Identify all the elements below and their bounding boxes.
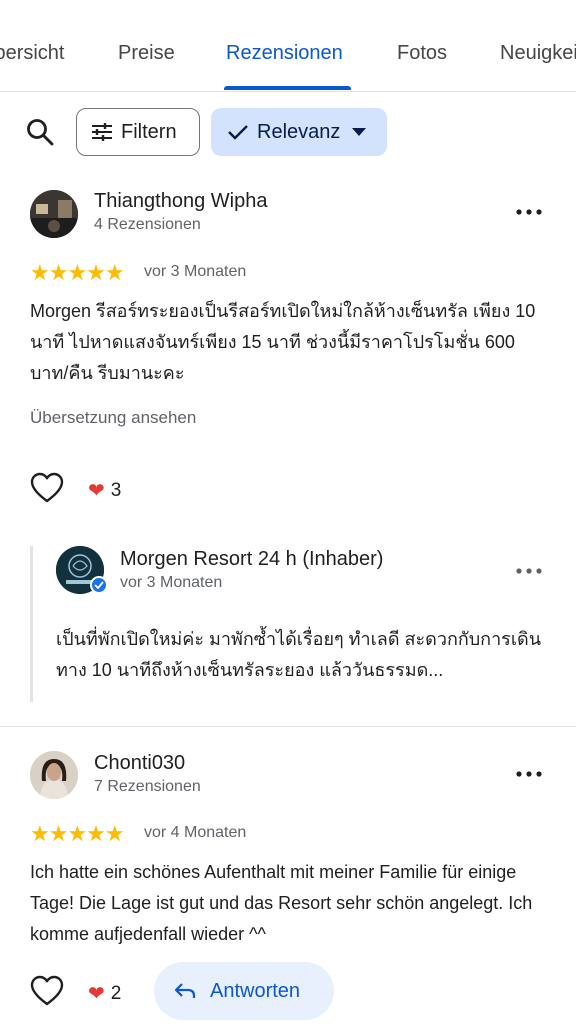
search-icon[interactable] [24,116,56,148]
reviewer-name[interactable]: Chonti030 [94,752,185,775]
tab-prices[interactable]: Preise [118,42,175,65]
reaction-summary[interactable]: ❤ 2 [88,981,121,1006]
reviewer-review-count: 4 Rezensionen [94,216,201,233]
sort-relevance-chip[interactable]: Relevanz [211,108,387,156]
review-text: Morgen รีสอร์ทระยองเป็นรีสอร์ทเปิดใหม่ใก… [30,301,536,383]
star-rating: ★★★★★ [30,260,125,285]
heart-outline-icon[interactable] [30,975,64,1009]
owner-more-options-icon[interactable] [515,557,543,585]
active-tab-indicator [224,86,351,90]
verified-check-icon [90,576,108,594]
tab-photos[interactable]: Fotos [397,42,447,65]
heart-emoji-icon: ❤ [88,480,105,502]
review-date: vor 3 Monaten [144,263,247,280]
tab-bar: Übersicht Preise Rezensionen Fotos Neuig… [0,0,576,92]
tune-icon [91,122,113,142]
filter-label: Filtern [121,120,177,143]
see-translation-link[interactable]: Übersetzung ansehen [30,408,196,428]
review-divider [0,726,576,727]
star-rating: ★★★★★ [30,821,125,846]
owner-name[interactable]: Morgen Resort 24 h (Inhaber) [120,548,383,571]
tab-reviews[interactable]: Rezensionen [226,42,343,65]
review-text: Ich hatte ein schönes Aufenthalt mit mei… [30,862,533,944]
reaction-summary[interactable]: ❤ 3 [88,478,121,503]
reply-arrow-icon [174,982,196,1000]
heart-outline-icon[interactable] [30,472,64,506]
tab-news[interactable]: Neuigkeiten [500,42,576,65]
tab-overview[interactable]: Übersicht [0,42,64,65]
reviews-page: Übersicht Preise Rezensionen Fotos Neuig… [0,0,576,1024]
reviewer-avatar[interactable] [30,190,78,238]
reaction-count: 2 [110,982,122,1004]
reviewer-avatar[interactable] [30,751,78,799]
reply-label: Antworten [210,979,301,1002]
reviewer-name[interactable]: Thiangthong Wipha [94,190,267,213]
owner-reply-text[interactable]: เป็นที่พักเปิดใหม่ค่ะ มาพักซ้ำได้เรื่อยๆ… [56,624,546,686]
owner-reply-date: vor 3 Monaten [120,574,223,591]
more-options-icon[interactable] [515,198,543,226]
heart-emoji-icon: ❤ [88,983,105,1005]
filter-button[interactable]: Filtern [76,108,200,156]
dropdown-arrow-icon [352,128,367,136]
reviewer-review-count: 7 Rezensionen [94,778,201,795]
reply-button[interactable]: Antworten [154,962,334,1020]
review-date: vor 4 Monaten [144,824,247,841]
more-options-icon[interactable] [515,760,543,788]
reaction-count: 3 [110,479,122,501]
sort-label: Relevanz [257,120,341,143]
review-toolbar: Filtern Relevanz [0,108,576,156]
checkmark-icon [227,123,249,141]
